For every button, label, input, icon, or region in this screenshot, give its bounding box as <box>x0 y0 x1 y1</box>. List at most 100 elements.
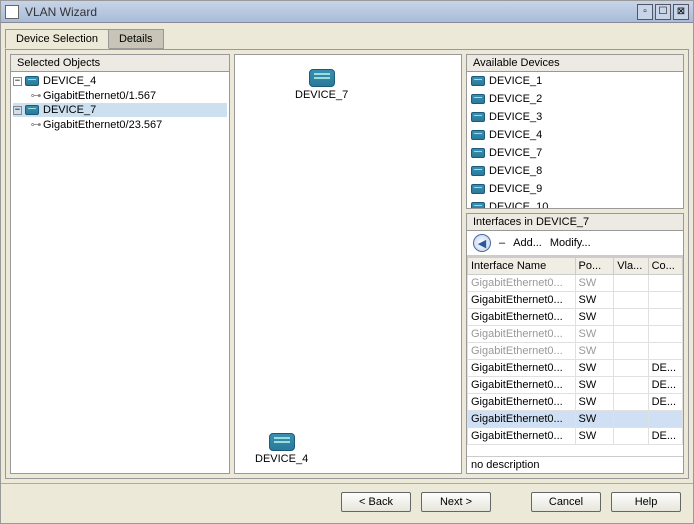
back-nav-icon[interactable]: ◀ <box>473 234 491 252</box>
cell-vlan <box>614 360 648 377</box>
list-item[interactable]: DEVICE_7 <box>467 144 683 162</box>
table-row[interactable]: GigabitEthernet0...SW <box>468 326 683 343</box>
interfaces-toolbar: ◀ – Add... Modify... <box>467 231 683 256</box>
help-button[interactable]: Help <box>611 492 681 512</box>
interfaces-table-wrap[interactable]: Interface Name Po... Vla... Co... Gigabi… <box>467 256 683 456</box>
device-list-label: DEVICE_9 <box>489 183 542 195</box>
list-item[interactable]: DEVICE_4 <box>467 126 683 144</box>
switch-icon <box>471 202 485 208</box>
next-button[interactable]: Next > <box>421 492 491 512</box>
cell-vlan <box>614 309 648 326</box>
cell-name: GigabitEthernet0... <box>468 394 576 411</box>
cell-port: SW <box>575 326 614 343</box>
tree-node-interface[interactable]: ⊶ GigabitEthernet0/1.567 <box>13 88 227 103</box>
cell-name: GigabitEthernet0... <box>468 343 576 360</box>
close-icon[interactable]: ⊠ <box>673 4 689 20</box>
cell-conn: DE... <box>648 377 682 394</box>
table-row[interactable]: GigabitEthernet0...SW DE... <box>468 377 683 394</box>
cell-name: GigabitEthernet0... <box>468 275 576 292</box>
cell-vlan <box>614 394 648 411</box>
device-list-label: DEVICE_4 <box>489 129 542 141</box>
list-item[interactable]: DEVICE_10 <box>467 198 683 208</box>
cell-name: GigabitEthernet0... <box>468 292 576 309</box>
tree-node-device[interactable]: − DEVICE_4 <box>13 74 227 88</box>
cell-vlan <box>614 377 648 394</box>
cell-vlan <box>614 326 648 343</box>
add-button[interactable]: Add... <box>513 237 542 249</box>
collapse-icon[interactable]: − <box>13 106 22 115</box>
switch-icon <box>471 112 485 122</box>
selected-objects-header: Selected Objects <box>11 55 229 72</box>
device-list-label: DEVICE_2 <box>489 93 542 105</box>
table-row[interactable]: GigabitEthernet0...SW <box>468 411 683 428</box>
cell-port: SW <box>575 309 614 326</box>
topology-canvas[interactable]: DEVICE_7 DEVICE_4 <box>234 54 462 474</box>
minimize-internal-icon[interactable]: ▫ <box>637 4 653 20</box>
col-vlan[interactable]: Vla... <box>614 258 648 275</box>
cell-conn: DE... <box>648 394 682 411</box>
switch-icon <box>471 94 485 104</box>
app-icon <box>5 5 19 19</box>
tree-node-interface[interactable]: ⊶ GigabitEthernet0/23.567 <box>13 117 227 132</box>
cell-conn <box>648 343 682 360</box>
tree-node-device[interactable]: − DEVICE_7 <box>13 103 227 117</box>
cell-name: GigabitEthernet0... <box>468 360 576 377</box>
device-list-label: DEVICE_3 <box>489 111 542 123</box>
switch-icon <box>471 76 485 86</box>
tab-device-selection[interactable]: Device Selection <box>5 29 109 49</box>
cell-name: GigabitEthernet0... <box>468 309 576 326</box>
canvas-node-label: DEVICE_4 <box>255 453 308 465</box>
device-list-label: DEVICE_10 <box>489 201 548 208</box>
cell-vlan <box>614 428 648 445</box>
wizard-button-bar: < Back Next > Cancel Help <box>1 483 693 519</box>
table-row[interactable]: GigabitEthernet0...SW <box>468 275 683 292</box>
list-item[interactable]: DEVICE_8 <box>467 162 683 180</box>
available-devices-list[interactable]: DEVICE_1 DEVICE_2 DEVICE_3 DEVICE_4 DEVICE_7… <box>467 72 683 208</box>
tab-strip: Device Selection Details <box>5 27 689 49</box>
modify-button[interactable]: Modify... <box>550 237 591 249</box>
cell-name: GigabitEthernet0... <box>468 377 576 394</box>
device-list-label: DEVICE_7 <box>489 147 542 159</box>
description-bar: no description <box>467 456 683 473</box>
toolbar-dash[interactable]: – <box>499 237 505 249</box>
list-item[interactable]: DEVICE_3 <box>467 108 683 126</box>
table-row[interactable]: GigabitEthernet0...SWDE... <box>468 428 683 445</box>
maximize-icon[interactable]: ☐ <box>655 4 671 20</box>
selected-objects-tree[interactable]: − DEVICE_4 ⊶ GigabitEthernet0/1.567 − DE… <box>11 72 229 473</box>
back-button[interactable]: < Back <box>341 492 411 512</box>
tree-label: DEVICE_7 <box>43 104 96 116</box>
cell-conn <box>648 275 682 292</box>
cell-conn: DE... <box>648 360 682 377</box>
interfaces-panel: Interfaces in DEVICE_7 ◀ – Add... Modify… <box>466 213 684 474</box>
list-item[interactable]: DEVICE_2 <box>467 90 683 108</box>
table-row[interactable]: GigabitEthernet0...SW <box>468 309 683 326</box>
tab-details[interactable]: Details <box>108 29 164 49</box>
cell-conn <box>648 326 682 343</box>
device-list-label: DEVICE_8 <box>489 165 542 177</box>
cell-port: SW <box>575 377 614 394</box>
list-item[interactable]: DEVICE_1 <box>467 72 683 90</box>
table-row[interactable]: GigabitEthernet0...SW <box>468 292 683 309</box>
table-row[interactable]: GigabitEthernet0...SWDE... <box>468 394 683 411</box>
cell-vlan <box>614 275 648 292</box>
col-interface-name[interactable]: Interface Name <box>468 258 576 275</box>
list-item[interactable]: DEVICE_9 <box>467 180 683 198</box>
table-row[interactable]: GigabitEthernet0...SW <box>468 343 683 360</box>
cell-port: SW <box>575 275 614 292</box>
cell-vlan <box>614 411 648 428</box>
canvas-node-label: DEVICE_7 <box>295 89 348 101</box>
cell-name: GigabitEthernet0... <box>468 428 576 445</box>
canvas-node[interactable]: DEVICE_7 <box>295 69 348 101</box>
tree-label: GigabitEthernet0/23.567 <box>43 119 162 131</box>
table-row[interactable]: GigabitEthernet0...SWDE... <box>468 360 683 377</box>
cancel-button[interactable]: Cancel <box>531 492 601 512</box>
collapse-icon[interactable]: − <box>13 77 22 86</box>
cell-port: SW <box>575 428 614 445</box>
canvas-node[interactable]: DEVICE_4 <box>255 433 308 465</box>
switch-icon <box>25 105 39 115</box>
col-port[interactable]: Po... <box>575 258 614 275</box>
interfaces-table: Interface Name Po... Vla... Co... Gigabi… <box>467 257 683 445</box>
window-title: VLAN Wizard <box>25 5 635 19</box>
col-conn[interactable]: Co... <box>648 258 682 275</box>
cell-port: SW <box>575 343 614 360</box>
